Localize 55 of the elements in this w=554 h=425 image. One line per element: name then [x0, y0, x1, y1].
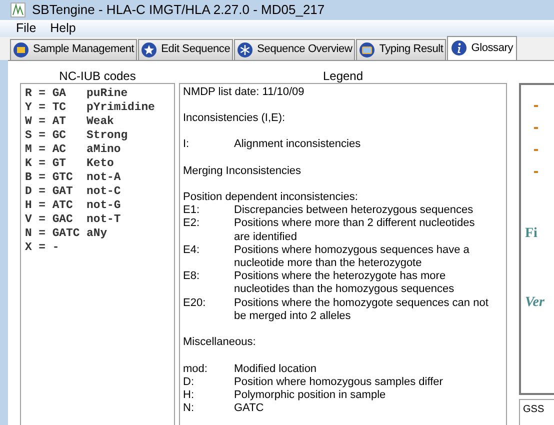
legend-code: I:: [183, 138, 190, 152]
legend-description: Positions where homozygous sequences have a nucleotide more than the heterozygote: [234, 244, 470, 270]
panel-heading: NC-IUB codes: [58, 68, 137, 82]
folder-icon: [13, 42, 29, 58]
legend-description: Modified location: [234, 362, 317, 376]
snowflake-icon: [237, 42, 254, 58]
legend-description: Polymorphic position in sample: [234, 389, 386, 402]
code-line: V = GAC not-T: [25, 212, 122, 226]
legend-description: Positions where the homozygote sequences can not be merged into 2 alleles: [234, 296, 488, 324]
legend-code: E4:: [183, 244, 201, 258]
legend-description: Position where homozygous samples differ: [234, 376, 443, 390]
tab[interactable]: Sequence Overview: [234, 38, 356, 60]
legend-text: NMDP list date: 11/10/09: [183, 86, 306, 99]
legend-code: H:: [183, 389, 195, 402]
code-line: Y = TC pYrimidine: [25, 100, 156, 114]
code-line: D = GAT not-C: [25, 184, 122, 198]
code-line: M = AC aMino: [25, 142, 122, 156]
tab[interactable]: Glossary: [447, 36, 518, 60]
legend-text: Inconsistencies (I,E):: [183, 112, 286, 126]
text-field[interactable]: GSS: [519, 398, 554, 425]
legend-code: E2:: [183, 217, 201, 232]
legend-code: E1:: [183, 204, 201, 218]
tab[interactable]: Sample Management: [10, 38, 138, 60]
monitor-icon: [359, 42, 376, 58]
legend-text: Miscellaneous:: [183, 336, 257, 350]
preview-text: Fi: [525, 224, 538, 242]
menu-item[interactable]: Help: [44, 18, 84, 38]
code-line: X = -: [25, 240, 60, 254]
legend-description: Alignment inconsistencies: [234, 138, 361, 152]
app-icon: [10, 2, 26, 18]
legend-text: Merging Inconsistencies: [183, 164, 302, 178]
code-line: W = AT Weak: [25, 114, 115, 128]
legend-code: E20:: [183, 296, 207, 311]
code-line: K = GT Keto: [25, 156, 115, 170]
panel-heading: Legend: [322, 68, 364, 82]
code-line: N = GATC aNy: [25, 226, 108, 240]
legend-description: GATC: [234, 402, 264, 416]
code-line: B = GTC not-A: [25, 170, 122, 184]
legend-description: Positions where the heterozygote has more nucleotides than the homozygous sequences: [234, 270, 454, 297]
legend-code: D:: [183, 376, 195, 390]
preview-text: Ver: [525, 294, 546, 312]
legend-code: E8:: [183, 270, 201, 284]
window-title: SBTengine - HLA-C IMGT/HLA 2.27.0 - MD05_217: [32, 1, 325, 19]
tab[interactable]: Edit Sequence: [138, 38, 234, 60]
menu-item[interactable]: File: [10, 18, 44, 38]
legend-description: Discrepancies between heterozygous sequences: [234, 204, 474, 218]
code-line: S = GC Strong: [25, 128, 129, 142]
legend-code: N:: [183, 402, 195, 416]
code-line: R = GA puRine: [25, 86, 129, 100]
legend-description: Positions where more than 2 different nucleotides are identified: [234, 217, 475, 244]
code-line: H = ATC not-G: [25, 198, 122, 212]
legend-code: mod:: [183, 362, 208, 376]
tab[interactable]: Typing Result: [356, 38, 446, 60]
info-icon: [451, 40, 468, 56]
legend-text: Position dependent inconsistencies:: [183, 191, 359, 204]
